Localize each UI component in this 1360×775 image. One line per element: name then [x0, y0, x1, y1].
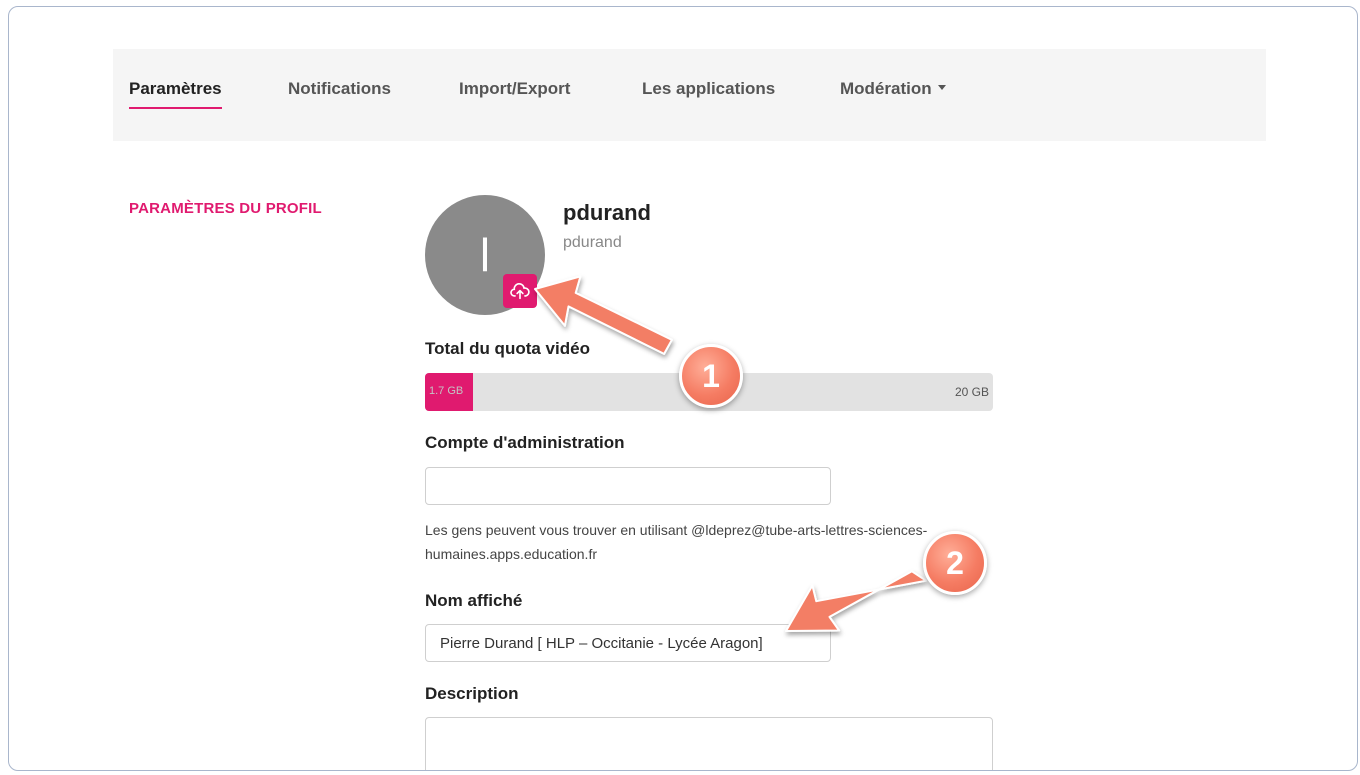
annotation-callout-1: 1	[679, 344, 743, 408]
annotation-callout-2: 2	[923, 531, 987, 595]
callout-1-number: 1	[702, 357, 720, 394]
callout-2-number: 2	[946, 544, 964, 581]
annotation-arrow-2	[785, 570, 928, 632]
screenshot-frame: Paramètres Notifications Import/Export L…	[8, 6, 1358, 771]
annotation-arrow-1	[534, 275, 673, 355]
